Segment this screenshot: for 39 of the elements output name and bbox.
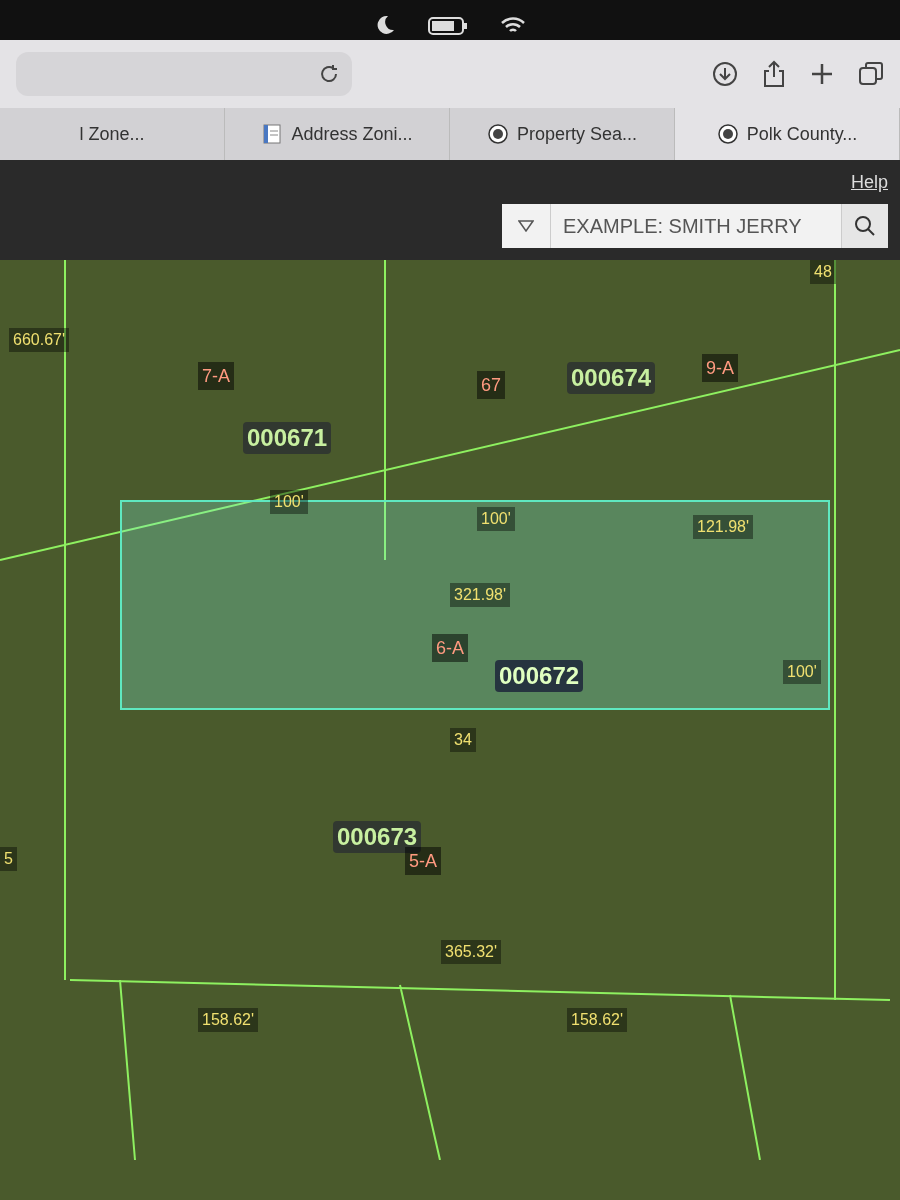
dimension-label: 34 [450,727,476,752]
lot-label: 9-A [702,353,738,382]
lot-label: 7-A [198,362,234,390]
caret-icon [518,220,534,232]
dropdown-button[interactable] [502,204,551,248]
parcel-number: 000671 [243,421,332,454]
lot-label: 67 [477,370,506,399]
parcel-number: 000674 [567,362,656,394]
dimension-label: 321.98' [450,583,510,607]
parcel-number: 000672 [495,659,584,692]
plus-icon[interactable] [810,62,834,86]
aerial-map[interactable]: 000671 7-A 000674 9-A 000672 6-A 000673 5-A 67 660.67' 100' 100' 121.98' 321.98' 100' 34 365.32' 158.62' 158.62' 48 5 [0,260,900,1200]
reload-icon[interactable] [318,63,340,85]
browser-tab[interactable]: Polk County... [675,108,900,160]
search-field[interactable]: EXAMPLE: SMITH JERRY [551,204,841,248]
dimension-label: 158.62' [198,1008,258,1032]
battery-icon [428,16,468,36]
seal-icon [716,123,739,145]
dimension-label: 365.32' [441,940,501,964]
search-icon [854,215,876,237]
seal-icon [486,123,509,145]
dimension-label: 660.67' [9,328,69,352]
dimension-label: 100' [783,659,821,684]
address-field[interactable] [16,52,352,96]
document-icon [261,123,284,145]
parcel-number: 000673 [333,821,422,853]
search-button[interactable] [841,204,888,248]
dimension-label: 5 [0,846,17,871]
dimension-label: 100' [477,506,515,531]
dimension-label: 121.98' [693,515,753,539]
lot-label: 5-A [405,846,441,875]
download-icon[interactable] [712,61,738,87]
dimension-label: 100' [270,489,308,514]
tabs-icon[interactable] [858,61,884,87]
help-link[interactable]: Help [850,168,888,196]
dimension-label: 158.62' [567,1008,627,1032]
share-icon[interactable] [762,60,786,88]
dimension-label: 48 [810,260,836,284]
lot-label: 6-A [432,634,468,662]
